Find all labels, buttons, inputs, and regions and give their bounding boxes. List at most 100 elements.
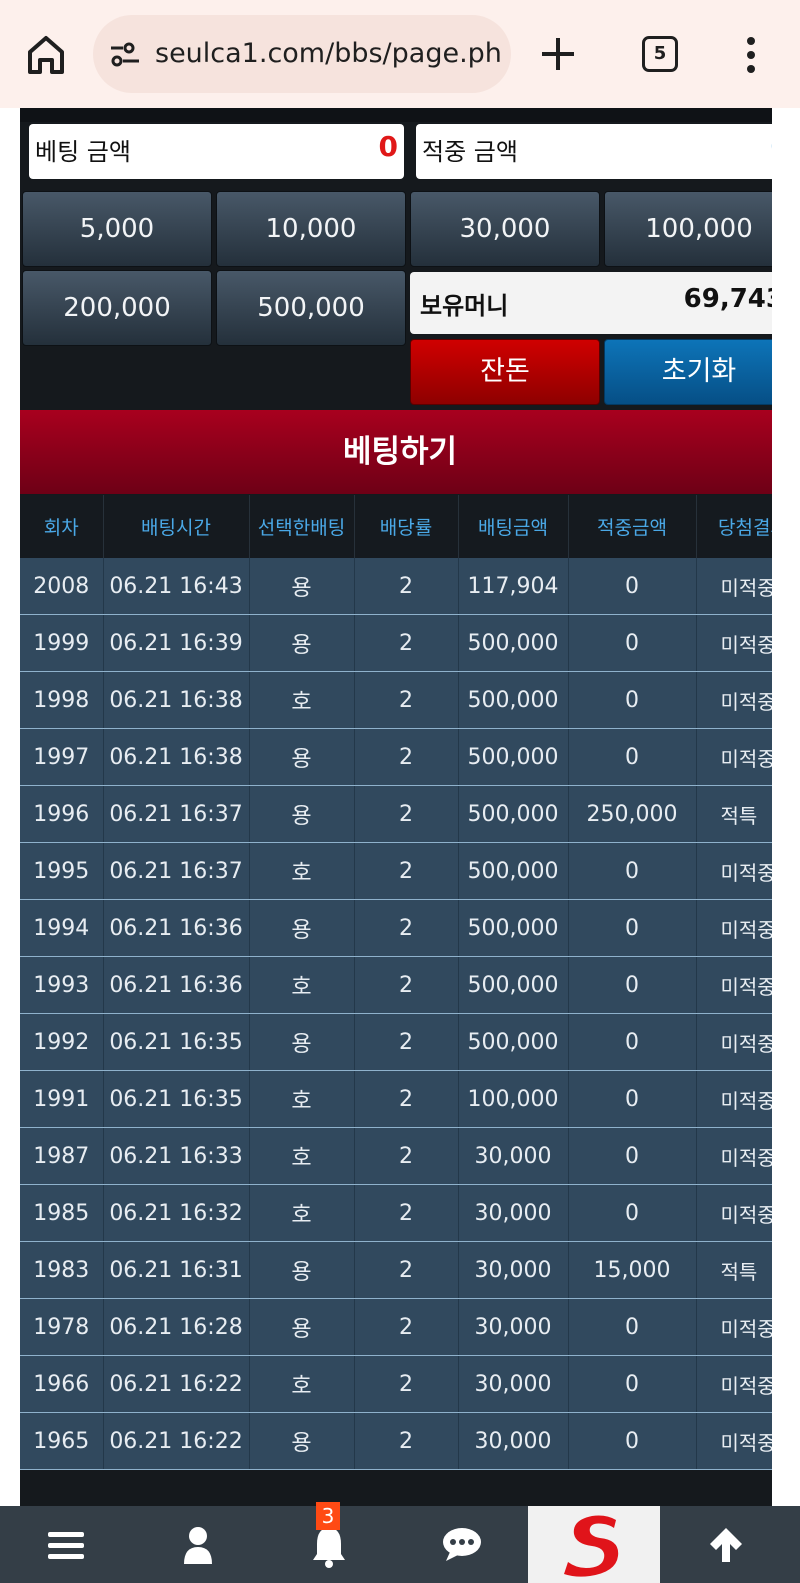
column-header: 배팅시간 (103, 495, 250, 558)
pick-cell: 용 (249, 1412, 355, 1470)
table-row: 1965 06.21 16:22 용 2 30,000 0 미적중 (20, 1412, 780, 1470)
bet-history-table: 회차 배팅시간 선택한배팅 배당률 배팅금액 적중금액 당첨결과 200806.… (20, 495, 780, 1470)
round-cell: 1985 (20, 1184, 104, 1242)
bet-amount-label: 베팅 금액 (35, 138, 131, 166)
bell-icon[interactable] (311, 1524, 347, 1568)
column-header: 배당률 (354, 495, 459, 558)
round-cell: 1999 (20, 614, 104, 672)
bet-amount-cell: 500,000 (458, 899, 569, 957)
new-tab-icon[interactable] (538, 32, 578, 76)
pick-cell: 호 (249, 671, 355, 729)
table-row: 1994 06.21 16:36 용 2 500,000 0 미적중 (20, 899, 780, 957)
time-cell: 06.21 16:22 (103, 1412, 250, 1470)
time-cell: 06.21 16:36 (103, 899, 250, 957)
bet-amount-cell: 30,000 (458, 1298, 569, 1356)
change-button[interactable]: 잔돈 (410, 339, 600, 405)
round-cell: 1994 (20, 899, 104, 957)
win-amount-cell: 0 (568, 1355, 697, 1413)
site-logo[interactable] (528, 1506, 660, 1583)
bet-amount-box: 베팅 금액 0 (29, 124, 404, 179)
odds-cell: 2 (354, 1127, 459, 1185)
result-cell: 미적중 (696, 1184, 780, 1242)
address-bar[interactable]: seulca1.com/bbs/page.php? (93, 15, 511, 93)
win-amount-cell: 0 (568, 1298, 697, 1356)
pick-cell: 용 (249, 1013, 355, 1071)
result-cell: 미적중 (696, 1070, 780, 1128)
chip-button-30000[interactable]: 30,000 (410, 191, 600, 267)
bet-amount-cell: 500,000 (458, 614, 569, 672)
site-settings-icon[interactable] (109, 41, 141, 69)
result-cell: 미적중 (696, 1412, 780, 1470)
pick-cell: 용 (249, 1241, 355, 1299)
time-cell: 06.21 16:43 (103, 558, 250, 615)
more-menu-icon[interactable] (746, 36, 756, 74)
win-amount-cell: 250,000 (568, 785, 697, 843)
balance-label: 보유머니 (420, 292, 509, 320)
win-amount-cell: 0 (568, 842, 697, 900)
balance-box: 보유머니 69,743 (410, 272, 780, 334)
place-bet-button[interactable]: 베팅하기 (20, 410, 780, 494)
time-cell: 06.21 16:35 (103, 1070, 250, 1128)
chat-icon[interactable] (442, 1526, 482, 1562)
odds-cell: 2 (354, 1013, 459, 1071)
betting-page: 베팅 금액 0 적중 금액 0 5,000 10,000 30,000 100,… (20, 108, 780, 1506)
balance-value: 69,743 (683, 284, 780, 314)
table-row: 1992 06.21 16:35 용 2 500,000 0 미적중 (20, 1013, 780, 1071)
table-row: 1996 06.21 16:37 용 2 500,000 250,000 적특 (20, 785, 780, 843)
result-cell: 적특 (696, 785, 780, 843)
chip-button-5000[interactable]: 5,000 (22, 191, 212, 267)
odds-cell: 2 (354, 558, 459, 615)
odds-cell: 2 (354, 842, 459, 900)
bet-amount-cell: 30,000 (458, 1355, 569, 1413)
table-row: 1999 06.21 16:39 용 2 500,000 0 미적중 (20, 614, 780, 672)
odds-cell: 2 (354, 1241, 459, 1299)
chip-button-500000[interactable]: 500,000 (216, 270, 406, 346)
odds-cell: 2 (354, 728, 459, 786)
bet-amount-cell: 500,000 (458, 956, 569, 1014)
result-cell: 미적중 (696, 1013, 780, 1071)
result-cell: 미적중 (696, 842, 780, 900)
tab-switcher-button[interactable]: 5 (642, 36, 678, 72)
win-amount-cell: 0 (568, 671, 697, 729)
bet-amount-cell: 100,000 (458, 1070, 569, 1128)
bet-amount-cell: 500,000 (458, 671, 569, 729)
bet-amount-cell: 500,000 (458, 1013, 569, 1071)
bet-amount-cell: 500,000 (458, 785, 569, 843)
time-cell: 06.21 16:37 (103, 842, 250, 900)
odds-cell: 2 (354, 1412, 459, 1470)
time-cell: 06.21 16:35 (103, 1013, 250, 1071)
round-cell: 1991 (20, 1070, 104, 1128)
time-cell: 06.21 16:31 (103, 1241, 250, 1299)
result-cell: 미적중 (696, 1355, 780, 1413)
table-row: 1978 06.21 16:28 용 2 30,000 0 미적중 (20, 1298, 780, 1356)
table-row: 1987 06.21 16:33 호 2 30,000 0 미적중 (20, 1127, 780, 1185)
round-cell: 1987 (20, 1127, 104, 1185)
result-cell: 적특 (696, 1241, 780, 1299)
win-amount-cell: 0 (568, 614, 697, 672)
chip-button-10000[interactable]: 10,000 (216, 191, 406, 267)
win-amount-cell: 0 (568, 1412, 697, 1470)
menu-icon[interactable] (48, 1530, 84, 1562)
time-cell: 06.21 16:38 (103, 728, 250, 786)
table-row: 1995 06.21 16:37 호 2 500,000 0 미적중 (20, 842, 780, 900)
odds-cell: 2 (354, 1184, 459, 1242)
round-cell: 1978 (20, 1298, 104, 1356)
table-row: 1983 06.21 16:31 용 2 30,000 15,000 적특 (20, 1241, 780, 1299)
column-header: 당첨결과 (696, 495, 780, 558)
round-cell: 1966 (20, 1355, 104, 1413)
time-cell: 06.21 16:22 (103, 1355, 250, 1413)
result-cell: 미적중 (696, 614, 780, 672)
url-text[interactable]: seulca1.com/bbs/page.php? (155, 35, 500, 73)
home-icon[interactable] (22, 30, 70, 78)
pick-cell: 용 (249, 785, 355, 843)
table-row: 2008 06.21 16:43 용 2 117,904 0 미적중 (20, 558, 780, 615)
time-cell: 06.21 16:39 (103, 614, 250, 672)
user-icon[interactable] (182, 1526, 214, 1564)
reset-button[interactable]: 초기화 (604, 339, 780, 405)
table-row: 1985 06.21 16:32 호 2 30,000 0 미적중 (20, 1184, 780, 1242)
chip-button-100000[interactable]: 100,000 (604, 191, 780, 267)
arrow-up-icon[interactable] (708, 1526, 744, 1564)
chip-button-200000[interactable]: 200,000 (22, 270, 212, 346)
result-cell: 미적중 (696, 899, 780, 957)
table-row: 1997 06.21 16:38 용 2 500,000 0 미적중 (20, 728, 780, 786)
